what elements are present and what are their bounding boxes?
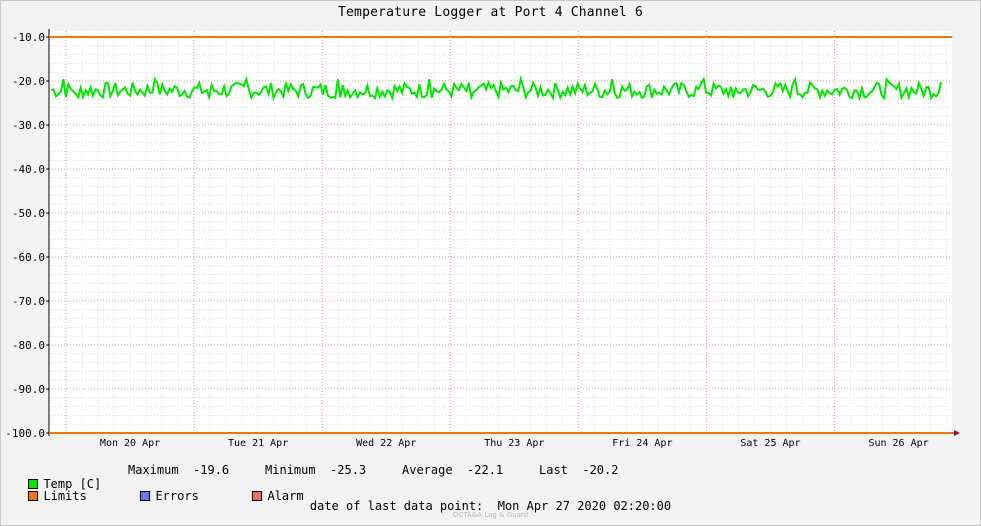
- watermark: OCTA&A Log & Guard: [452, 511, 529, 519]
- x-tick-label: Thu 23 Apr: [484, 438, 544, 449]
- y-tick-label: -10.0: [12, 31, 45, 44]
- y-tick-label: -30.0: [12, 119, 45, 132]
- y-tick-label: -90.0: [12, 383, 45, 396]
- x-axis-arrow: [954, 430, 960, 436]
- legend-last: Last -20.2: [539, 463, 618, 477]
- y-tick-label: -70.0: [12, 295, 45, 308]
- y-tick-label: -60.0: [12, 251, 45, 264]
- y-tick-label: -50.0: [12, 207, 45, 220]
- last-label: Last: [539, 463, 568, 477]
- y-tick-label: -20.0: [12, 75, 45, 88]
- y-tick-label: -100.0: [5, 427, 45, 440]
- x-tick-label: Mon 20 Apr: [100, 438, 160, 449]
- last-value: -20.2: [582, 463, 619, 477]
- minimum-value: -25.3: [330, 463, 367, 477]
- x-tick-label: Sun 26 Apr: [868, 438, 928, 449]
- y-tick-label: -80.0: [12, 339, 45, 352]
- average-label: Average: [402, 463, 453, 477]
- x-tick-label: Tue 21 Apr: [228, 438, 288, 449]
- x-tick-label: Wed 22 Apr: [356, 438, 416, 449]
- x-tick-label: Fri 24 Apr: [612, 438, 672, 449]
- legend-average: Average -22.1: [402, 463, 503, 477]
- y-tick-label: -40.0: [12, 163, 45, 176]
- average-value: -22.1: [467, 463, 504, 477]
- chart-plot: -10.0 -20.0 -30.0 -40.0 -50.0 -60.0 -70.0 -80.0…: [5, 29, 960, 449]
- x-tick-label: Sat 25 Apr: [740, 438, 800, 449]
